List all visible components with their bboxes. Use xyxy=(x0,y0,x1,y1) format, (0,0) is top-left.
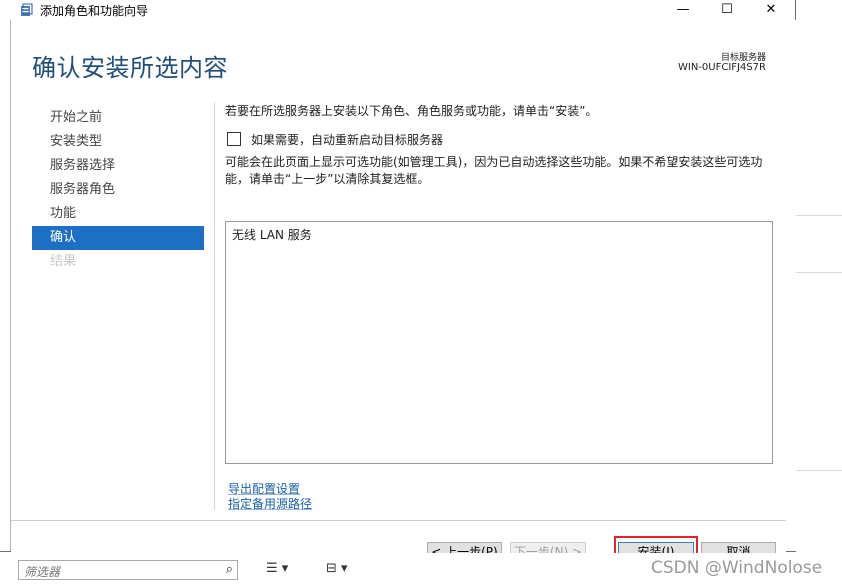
filter-input[interactable]: 筛选器 xyxy=(24,563,60,580)
maximize-button[interactable]: ☐ xyxy=(704,0,750,20)
nav-item-server-selection[interactable]: 服务器选择 xyxy=(32,154,204,178)
search-icon[interactable]: ⌕ xyxy=(226,562,233,577)
wizard-nav: 开始之前 安装类型 服务器选择 服务器角色 功能 确认 结果 xyxy=(32,106,204,274)
wizard-window: 添加角色和功能向导 — ☐ ✕ 确认安装所选内容 目标服务器 WIN-0UFCI… xyxy=(0,0,796,570)
target-server-name: WIN-0UFCIFJ4S7R xyxy=(677,62,766,73)
minimize-button[interactable]: — xyxy=(660,0,706,20)
background-divider xyxy=(796,272,842,273)
title-bar[interactable]: 添加角色和功能向导 — ☐ ✕ xyxy=(0,0,795,20)
background-window xyxy=(796,0,842,586)
background-divider xyxy=(796,470,842,471)
close-button[interactable]: ✕ xyxy=(748,0,794,20)
alternate-source-link[interactable]: 指定备用源路径 xyxy=(228,495,312,512)
nav-item-server-roles[interactable]: 服务器角色 xyxy=(32,178,204,202)
nav-item-features[interactable]: 功能 xyxy=(32,202,204,226)
nav-item-results: 结果 xyxy=(50,254,77,269)
nav-item-before-you-begin[interactable]: 开始之前 xyxy=(32,106,204,130)
save-options-icon[interactable]: ⊟ ▾ xyxy=(326,561,348,576)
server-manager-icon xyxy=(21,3,33,16)
intro-text: 若要在所选服务器上安装以下角色、角色服务或功能，请单击“安装”。 xyxy=(225,104,598,118)
watermark-text: CSDN @WindNolose xyxy=(651,558,823,578)
background-divider xyxy=(796,215,842,216)
page-title: 确认安装所选内容 xyxy=(32,54,228,82)
nav-divider xyxy=(214,102,215,510)
restart-checkbox[interactable] xyxy=(227,132,241,146)
list-item: 无线 LAN 服务 xyxy=(232,228,312,242)
wizard-body: 确认安装所选内容 目标服务器 WIN-0UFCIFJ4S7R 开始之前 安装类型… xyxy=(10,20,796,570)
selected-items-list[interactable]: 无线 LAN 服务 xyxy=(225,221,773,464)
filter-box[interactable]: 筛选器 ⌕ xyxy=(18,560,238,580)
nav-item-installation-type[interactable]: 安装类型 xyxy=(32,130,204,154)
window-title: 添加角色和功能向导 xyxy=(40,4,149,18)
list-options-icon[interactable]: ☰ ▾ xyxy=(266,561,288,576)
nav-item-confirmation[interactable]: 确认 xyxy=(32,226,204,250)
optional-features-note: 可能会在此页面上显示可选功能(如管理工具)，因为已自动选择这些功能。如果不希望安… xyxy=(225,155,763,186)
restart-checkbox-label[interactable]: 如果需要，自动重新启动目标服务器 xyxy=(251,131,443,148)
